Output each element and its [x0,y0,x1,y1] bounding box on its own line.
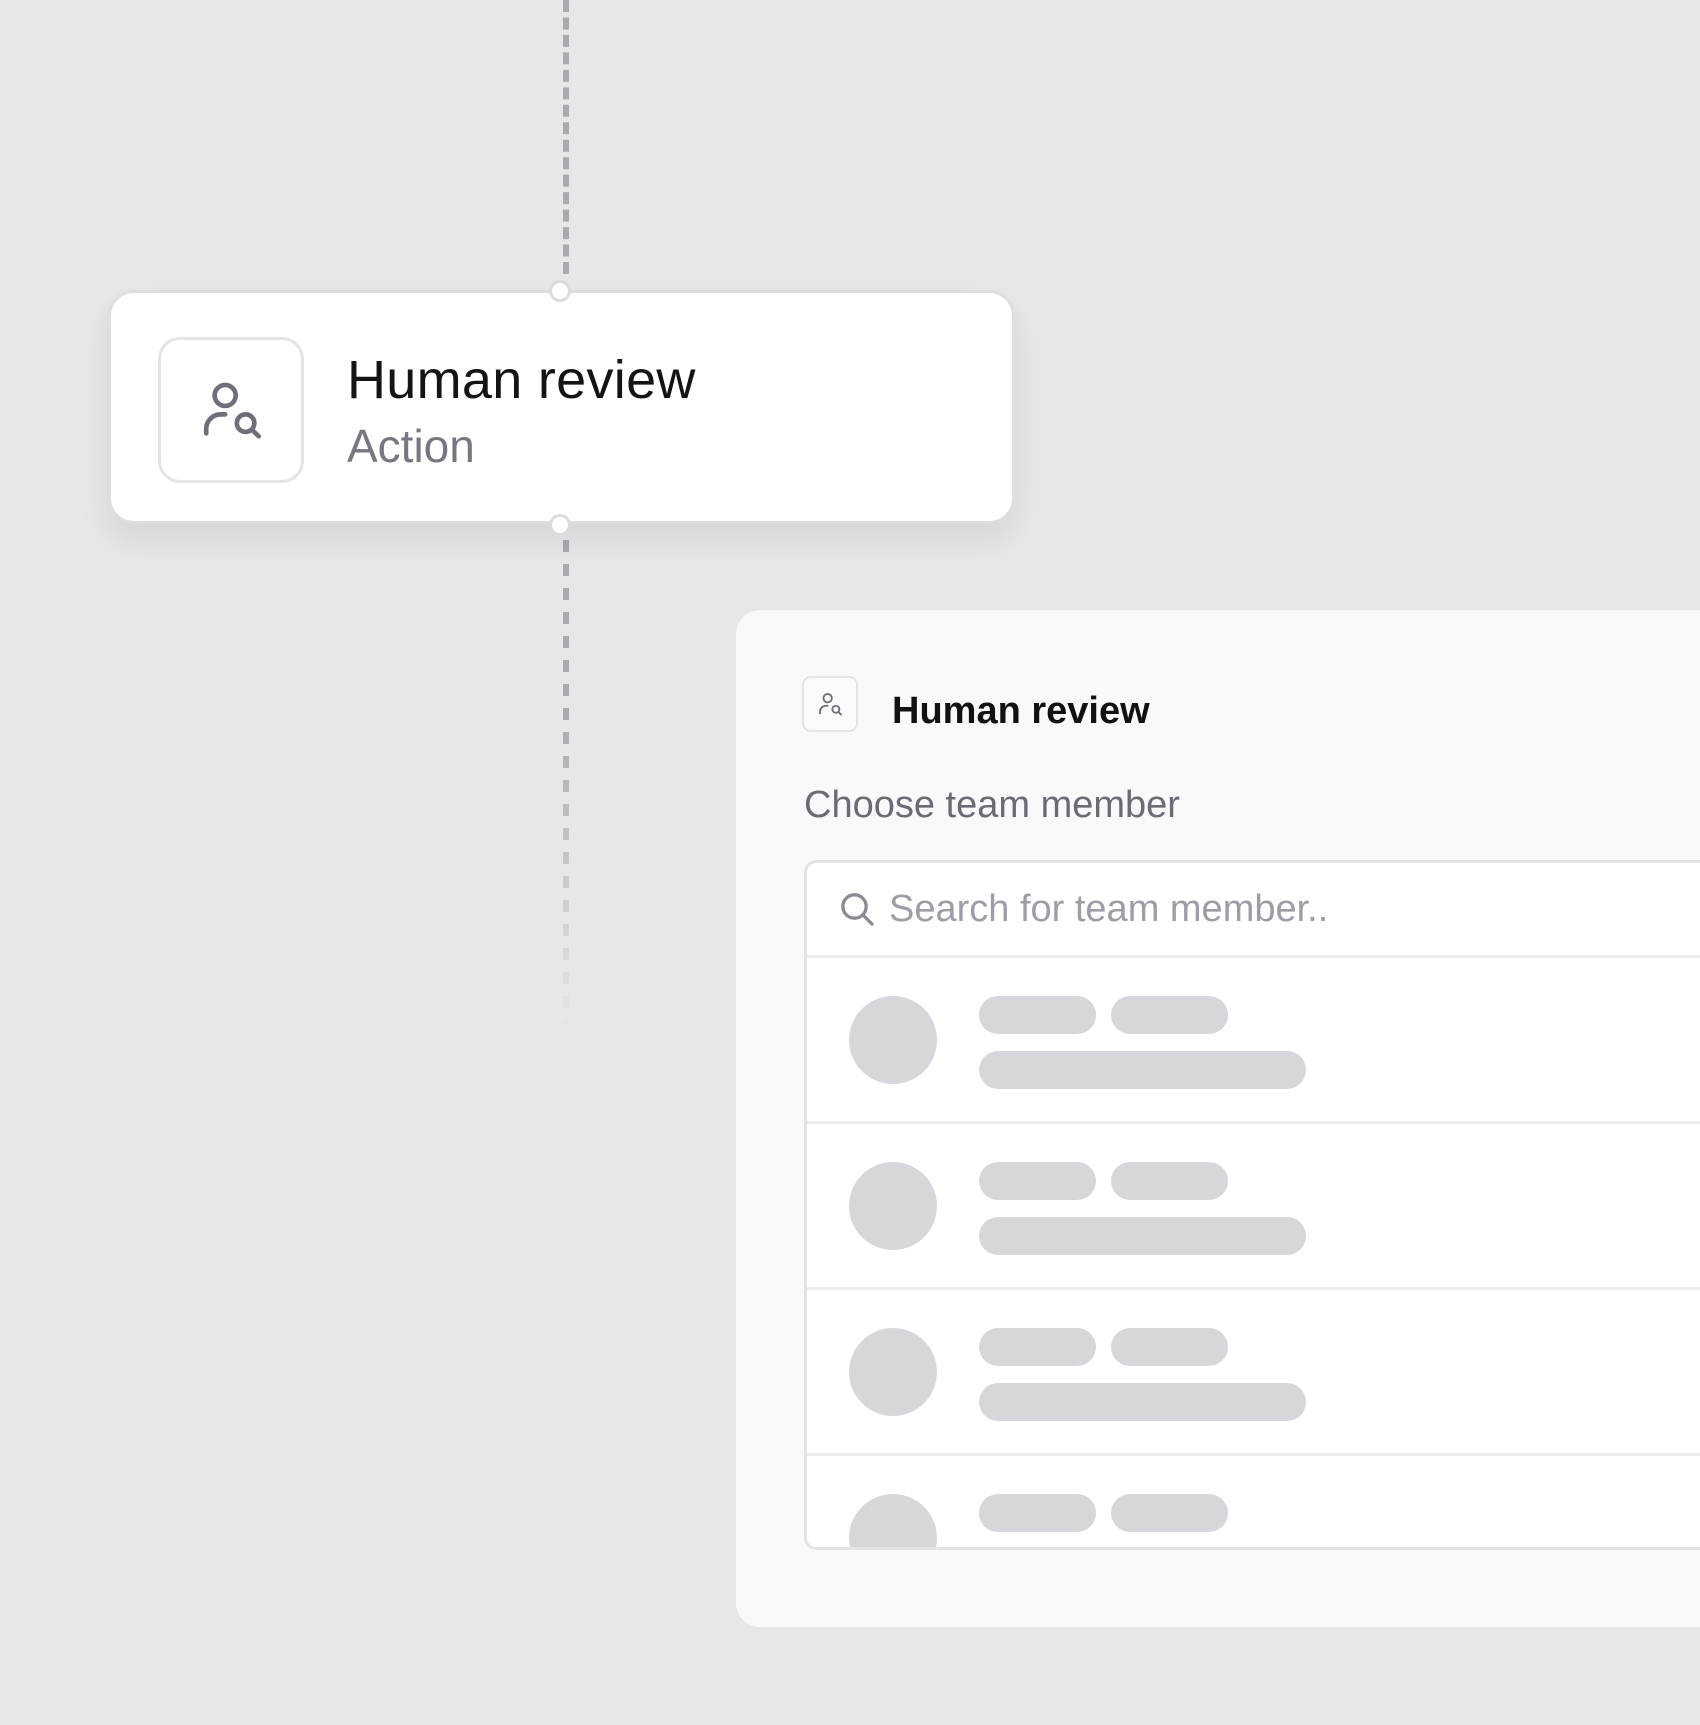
search-icon [841,893,874,926]
name-skeleton [1111,1494,1228,1532]
output-port[interactable] [549,514,571,536]
name-skeleton [1111,1162,1228,1200]
search-row [807,863,1700,958]
name-skeleton [979,996,1096,1034]
panel-title: Human review [892,690,1150,732]
avatar-skeleton [849,1162,937,1250]
connector-line-top [563,0,569,274]
choose-team-member-label: Choose team member [804,784,1180,826]
name-skeleton [979,1328,1096,1366]
name-skeleton [979,1494,1096,1532]
node-subtitle: Action [347,420,475,472]
input-port[interactable] [549,280,571,302]
avatar-skeleton [849,1328,937,1416]
name-skeleton [1111,1328,1228,1366]
name-skeleton [979,1162,1096,1200]
avatar-skeleton [849,1494,937,1547]
list-item[interactable] [807,958,1700,1124]
workflow-node-human-review[interactable]: Human review Action [108,290,1015,524]
user-search-icon [158,337,304,483]
avatar-skeleton [849,996,937,1084]
connector-line-bottom [563,540,569,1030]
detail-skeleton [979,1051,1306,1089]
name-skeleton [1111,996,1228,1034]
team-member-list [804,860,1700,1550]
detail-skeleton [979,1217,1306,1255]
human-review-panel: Human review Choose team member [736,610,1700,1627]
search-input[interactable] [887,877,1691,941]
list-item[interactable] [807,1456,1700,1547]
detail-skeleton [979,1383,1306,1421]
list-item[interactable] [807,1290,1700,1456]
list-item[interactable] [807,1124,1700,1290]
user-search-icon [802,676,858,732]
node-title: Human review [347,350,696,410]
